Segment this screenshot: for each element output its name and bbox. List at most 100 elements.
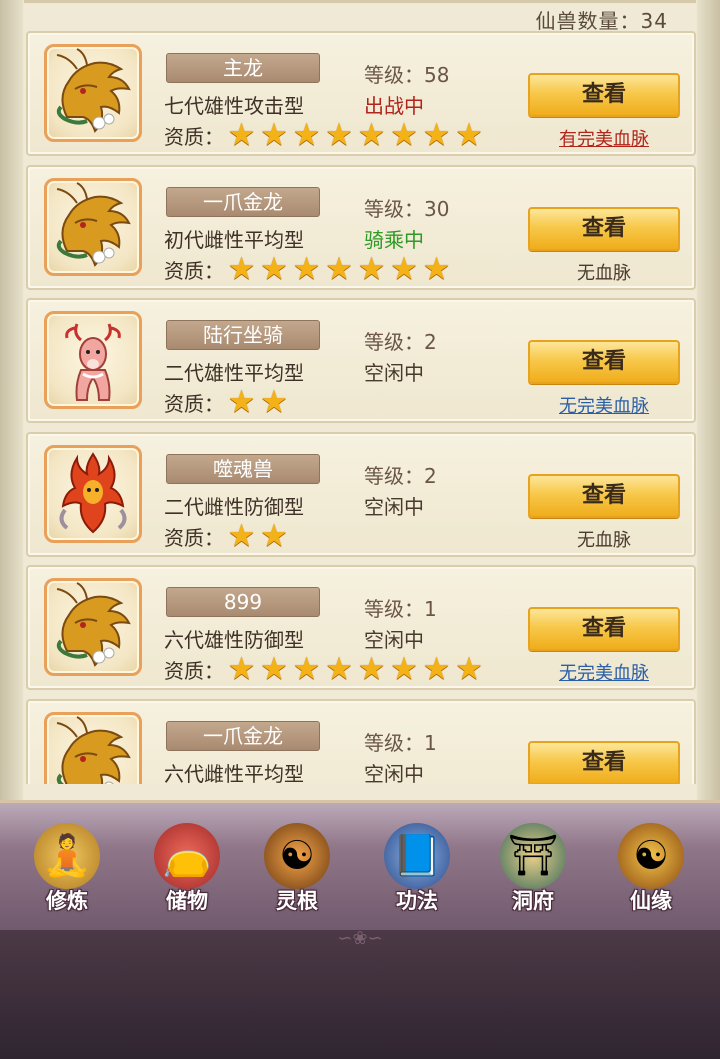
quality-label: 资质： bbox=[164, 392, 224, 416]
nav-item-2[interactable]: ☯ 灵根 bbox=[252, 823, 342, 933]
nav-label: 功法 bbox=[396, 889, 438, 913]
quality-star-icon: ★ bbox=[357, 117, 386, 153]
pet-list[interactable]: 主龙 等级：58 七代雄性攻击型 出战中 资质： ★ ★ ★ ★ ★ ★ ★ ★ 查看 有完美血脉 一爪金龙等… bbox=[24, 31, 696, 784]
quality-star-icon: ★ bbox=[325, 651, 353, 687]
pet-list-panel: 仙兽数量：34 主龙 等级：58 七代雄性攻击型 出战中 资质： ★ ★ ★ ★ ★ ★ ★ ★ 查看 有完… bbox=[0, 0, 720, 800]
pet-avatar[interactable] bbox=[44, 177, 142, 276]
pet-status: 骑乘中 bbox=[364, 227, 424, 252]
pet-quality: 资质： ★ ★ bbox=[164, 384, 291, 420]
nav-item-3[interactable]: 📘 功法 bbox=[372, 823, 462, 933]
view-button[interactable]: 查看 bbox=[528, 73, 680, 117]
view-button[interactable]: 查看 bbox=[528, 340, 680, 384]
quality-label: 资质： bbox=[164, 258, 224, 283]
pet-avatar[interactable] bbox=[44, 44, 142, 142]
pet-count-label: 仙兽数量：34 bbox=[535, 9, 668, 33]
quality-stars: ★ ★ ★ ★ ★ ★ ★ ★ bbox=[226, 651, 486, 687]
quality-star-icon: ★ bbox=[325, 117, 353, 153]
bloodline-status[interactable]: 无完美血脉 bbox=[528, 659, 680, 685]
quality-label: 资质： bbox=[164, 659, 224, 683]
pet-name: 一爪金龙 bbox=[166, 186, 320, 217]
quality-star-icon: ★ bbox=[260, 117, 288, 153]
nav-item-4[interactable]: ⛩ 洞府 bbox=[488, 823, 578, 933]
nav-label: 仙缘 bbox=[630, 889, 672, 913]
pet-status: 空闲中 bbox=[364, 628, 424, 652]
pet-card[interactable]: 陆行坐骑 等级：2 二代雄性平均型 空闲中 资质： ★ ★ 查看 无完美血脉 bbox=[26, 298, 696, 423]
quality-stars: ★ ★ ★ ★ ★ ★ ★ ★ bbox=[226, 117, 486, 153]
nav-label: 修炼 bbox=[46, 889, 88, 913]
pet-status: 空闲中 bbox=[364, 494, 424, 519]
pet-level: 等级：2 bbox=[364, 330, 437, 354]
quality-star-icon: ★ bbox=[455, 117, 483, 153]
scripture-book-icon: 📘 bbox=[384, 823, 450, 889]
quality-star-icon: ★ bbox=[422, 117, 451, 153]
pet-quality: 资质： ★ ★ ★ ★ ★ ★ ★ ★ bbox=[164, 117, 486, 153]
pet-generation-type: 二代雌性防御型 bbox=[164, 494, 304, 519]
quality-label: 资质： bbox=[164, 525, 224, 550]
fire-spirit-icon bbox=[47, 448, 139, 540]
quality-star-icon: ★ bbox=[390, 250, 418, 287]
pet-card[interactable]: 一爪金龙等级：1六代雌性平均型空闲中资质：查看 bbox=[26, 698, 696, 785]
cave-palace-icon: ⛩ bbox=[500, 823, 566, 889]
pet-generation-type: 六代雌性平均型 bbox=[164, 761, 304, 785]
golden-dragon-icon bbox=[47, 47, 139, 139]
pet-status: 空闲中 bbox=[364, 361, 424, 385]
view-button[interactable]: 查看 bbox=[528, 206, 680, 251]
pet-level: 等级：1 bbox=[364, 730, 437, 755]
quality-star-icon: ★ bbox=[390, 117, 418, 153]
quality-star-icon: ★ bbox=[260, 517, 288, 554]
gourd-icon: ☯ bbox=[618, 823, 684, 889]
pet-card[interactable]: 一爪金龙 等级：30 初代雌性平均型 骑乘中 资质： ★ ★ ★ ★ ★ ★ ★ 查看 无血脉 bbox=[26, 164, 696, 290]
pet-card[interactable]: 899 等级：1 六代雄性防御型 空闲中 资质： ★ ★ ★ ★ ★ ★ ★ ★ 查看 无完美血脉 bbox=[26, 565, 696, 690]
pet-generation-type: 初代雌性平均型 bbox=[164, 227, 304, 252]
quality-star-icon: ★ bbox=[422, 651, 451, 687]
quality-star-icon: ★ bbox=[422, 250, 451, 287]
pet-level: 等级：30 bbox=[364, 196, 450, 221]
quality-star-icon: ★ bbox=[227, 517, 256, 554]
pet-quality: 资质： ★ ★ ★ ★ ★ ★ ★ ★ bbox=[164, 651, 486, 687]
ornament-divider: ∽❀∽ bbox=[337, 928, 383, 949]
pet-name: 噬魂兽 bbox=[166, 453, 320, 484]
nav-item-0[interactable]: 🧘 修炼 bbox=[22, 823, 112, 933]
nav-label: 灵根 bbox=[276, 889, 318, 913]
view-button[interactable]: 查看 bbox=[528, 473, 680, 518]
bottom-nav-bar: 🧘 修炼 👝 储物 ☯ 灵根 📘 功法 ⛩ 洞府 ☯ 仙缘 bbox=[0, 800, 720, 930]
pet-name: 899 bbox=[166, 587, 320, 617]
nav-item-5[interactable]: ☯ 仙缘 bbox=[606, 823, 696, 933]
quality-star-icon: ★ bbox=[292, 651, 321, 687]
quality-star-icon: ★ bbox=[357, 651, 386, 687]
quality-star-icon: ★ bbox=[227, 250, 256, 287]
pet-avatar[interactable] bbox=[44, 578, 142, 676]
view-button[interactable]: 查看 bbox=[528, 740, 680, 784]
pink-deer-icon bbox=[47, 314, 139, 406]
bloodline-status[interactable]: 无完美血脉 bbox=[528, 392, 680, 418]
quality-star-icon: ★ bbox=[260, 384, 288, 420]
pet-avatar[interactable] bbox=[44, 711, 142, 784]
golden-dragon-icon bbox=[47, 715, 139, 784]
pet-generation-type: 六代雄性防御型 bbox=[164, 628, 304, 652]
bloodline-status: 无血脉 bbox=[577, 529, 631, 551]
pet-level: 等级：2 bbox=[364, 463, 437, 488]
pet-generation-type: 七代雄性攻击型 bbox=[164, 94, 304, 118]
quality-stars: ★ ★ ★ ★ ★ ★ ★ bbox=[226, 250, 454, 287]
pet-level: 等级：1 bbox=[364, 597, 437, 621]
bottom-backdrop bbox=[0, 930, 720, 1059]
pet-avatar[interactable] bbox=[44, 311, 142, 409]
nav-label: 洞府 bbox=[512, 889, 554, 913]
golden-dragon-icon bbox=[47, 581, 139, 673]
pet-card[interactable]: 噬魂兽 等级：2 二代雌性防御型 空闲中 资质： ★ ★ 查看 无血脉 bbox=[26, 431, 696, 557]
golden-dragon-icon bbox=[47, 181, 139, 273]
bloodline-status[interactable]: 有完美血脉 bbox=[528, 125, 680, 151]
nav-label: 储物 bbox=[166, 889, 208, 913]
view-button[interactable]: 查看 bbox=[528, 607, 680, 651]
quality-star-icon: ★ bbox=[292, 250, 321, 287]
pet-card[interactable]: 主龙 等级：58 七代雄性攻击型 出战中 资质： ★ ★ ★ ★ ★ ★ ★ ★ 查看 有完美血脉 bbox=[26, 31, 696, 156]
storage-bag-icon: 👝 bbox=[154, 823, 220, 889]
pet-avatar[interactable] bbox=[44, 444, 142, 543]
nav-item-1[interactable]: 👝 储物 bbox=[142, 823, 232, 933]
quality-star-icon: ★ bbox=[227, 651, 256, 687]
pet-generation-type: 二代雄性平均型 bbox=[164, 361, 304, 385]
pet-name: 主龙 bbox=[166, 53, 320, 83]
quality-star-icon: ★ bbox=[227, 384, 256, 420]
quality-star-icon: ★ bbox=[325, 250, 353, 287]
spirit-root-icon: ☯ bbox=[264, 823, 330, 889]
